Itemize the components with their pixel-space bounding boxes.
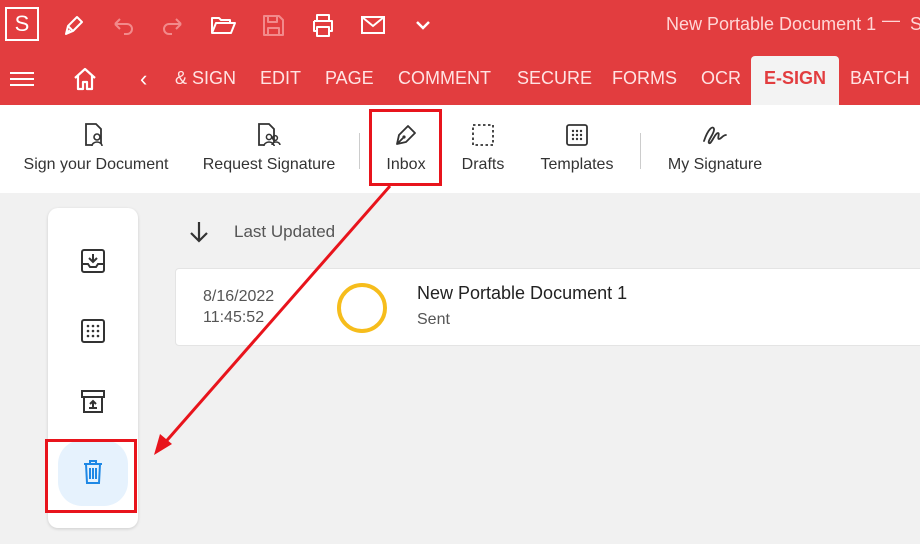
my-signature-button[interactable]: My Signature (660, 105, 770, 193)
my-signature-label: My Signature (667, 156, 763, 173)
window-title: New Portable Document 1 (666, 14, 877, 34)
hamburger-menu-icon[interactable] (10, 68, 34, 88)
document-status: Sent (417, 311, 450, 328)
status-ring-icon (337, 283, 387, 333)
templates-button[interactable]: Templates (530, 105, 624, 193)
templates-label: Templates (540, 156, 614, 173)
archive-icon[interactable] (78, 386, 108, 416)
tab-sign[interactable]: & SIGN (175, 68, 236, 89)
inbox-tray-icon[interactable] (78, 246, 108, 276)
tab-comment[interactable]: COMMENT (398, 68, 491, 89)
document-date-time: 11:45:52 (203, 309, 265, 326)
ribbon-separator (640, 133, 641, 169)
mail-icon[interactable] (358, 10, 388, 40)
sign-your-document-label: Sign your Document (23, 156, 169, 173)
app-logo: S (5, 7, 39, 41)
tab-edit[interactable]: EDIT (260, 68, 301, 89)
scroll-left-button[interactable]: ‹ (140, 66, 147, 92)
document-title: New Portable Document 1 (417, 283, 628, 303)
drafts-button[interactable]: Drafts (452, 105, 514, 193)
tab-page[interactable]: PAGE (325, 68, 374, 89)
drafts-label: Drafts (461, 156, 505, 173)
tab-ocr[interactable]: OCR (701, 68, 741, 89)
doc-user-icon (80, 121, 108, 149)
tab-esign[interactable]: E-SIGN (751, 56, 840, 105)
sort-label[interactable]: Last Updated (234, 222, 335, 242)
dashed-square-icon (469, 121, 497, 149)
title-bar: S New Portable Document 1 — S (0, 0, 920, 52)
print-icon[interactable] (308, 10, 338, 40)
undo-icon[interactable] (108, 10, 138, 40)
window-title-overflow: S (910, 14, 920, 34)
document-date: 8/16/2022 11:45:52 (203, 286, 274, 328)
sign-your-document-button[interactable]: Sign your Document (18, 105, 174, 193)
minimize-button[interactable]: — (882, 10, 900, 31)
document-list-item[interactable] (175, 268, 920, 346)
dotted-square-icon[interactable] (78, 316, 108, 346)
request-signature-button[interactable]: Request Signature (198, 105, 340, 193)
inbox-highlight-box (369, 109, 442, 186)
doc-users-icon (253, 121, 281, 149)
save-icon[interactable] (258, 10, 288, 40)
signature-icon (701, 121, 729, 149)
tab-secure[interactable]: SECURE (517, 68, 592, 89)
chevron-down-icon[interactable] (408, 10, 438, 40)
trash-highlight-box (45, 439, 137, 513)
tab-batch[interactable]: BATCH (850, 68, 910, 89)
document-date-day: 8/16/2022 (203, 288, 275, 305)
tab-forms[interactable]: FORMS (612, 68, 677, 89)
pen-icon[interactable] (58, 10, 88, 40)
home-icon[interactable] (72, 66, 98, 92)
dotted-square-icon (563, 121, 591, 149)
sort-direction-icon[interactable] (188, 220, 210, 244)
redo-icon[interactable] (158, 10, 188, 40)
ribbon-separator (359, 133, 360, 169)
open-folder-icon[interactable] (208, 10, 238, 40)
request-signature-label: Request Signature (202, 156, 336, 173)
e-sign-ribbon: Sign your Document Request Signature Inb… (0, 105, 920, 193)
